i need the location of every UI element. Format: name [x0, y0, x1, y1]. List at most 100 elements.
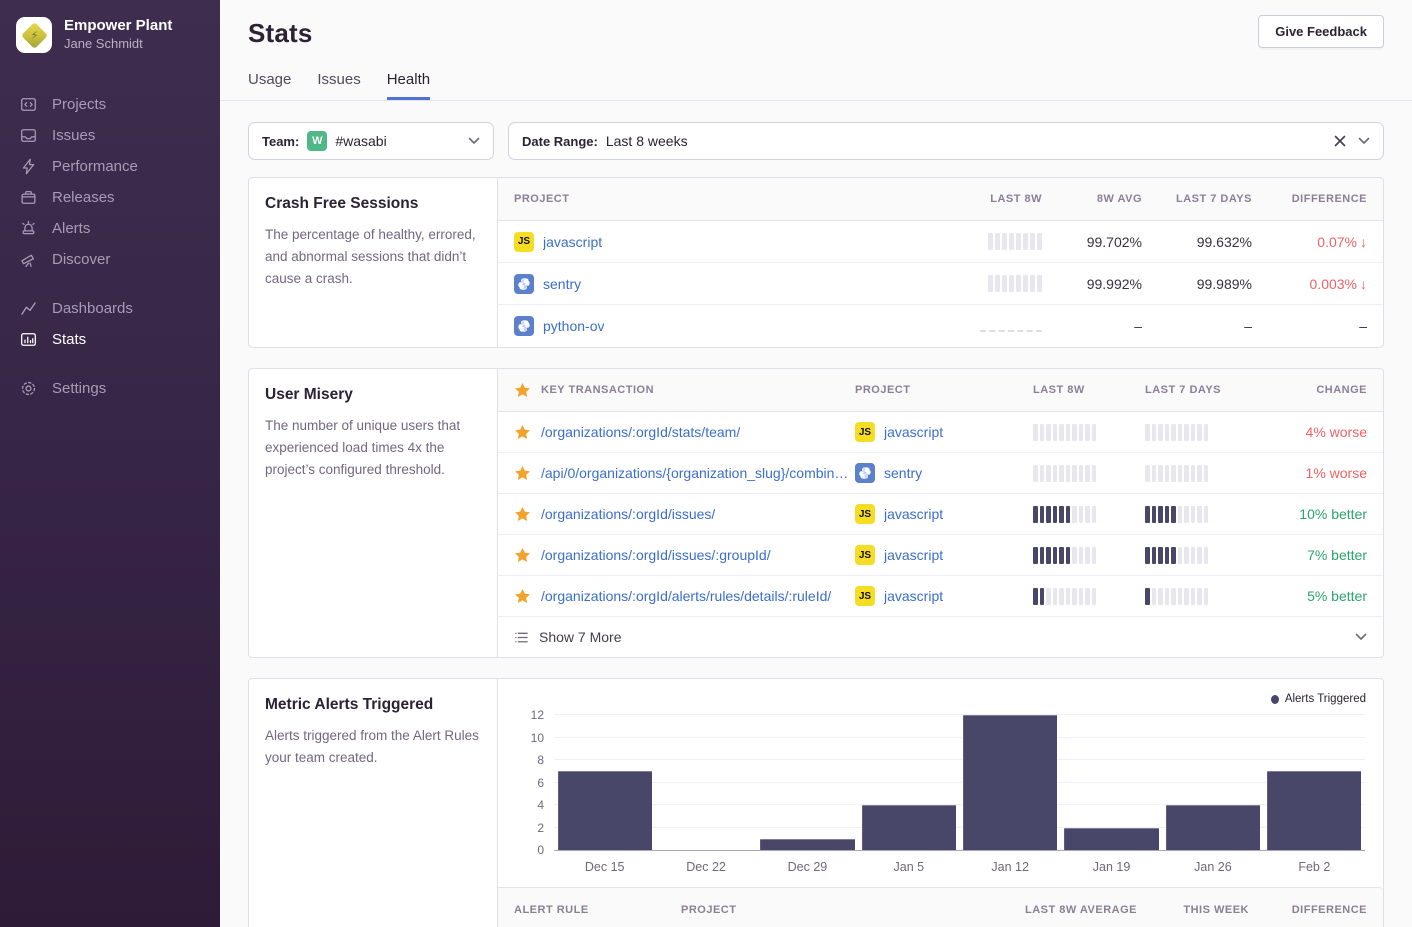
sparkline-last-7d	[1145, 465, 1257, 482]
table-row: JS javascript 99.702% 99.632% 0.07%↓	[498, 221, 1383, 263]
star-icon[interactable]	[514, 465, 531, 482]
performance-icon	[20, 158, 37, 175]
team-avatar: W	[307, 131, 327, 151]
tab-usage[interactable]: Usage	[248, 71, 291, 100]
sparkline-last-8w	[1033, 547, 1145, 564]
clear-icon[interactable]	[1334, 135, 1346, 147]
sidebar-nav: Projects Issues Performance Releases Ale…	[0, 89, 220, 404]
org-switcher[interactable]: ⚡ Empower Plant Jane Schmidt	[0, 0, 220, 63]
table-row: python-ov – – –	[498, 305, 1383, 347]
chart-legend[interactable]: Alerts Triggered	[1271, 693, 1366, 705]
transaction-link[interactable]: /organizations/:orgId/stats/team/	[541, 424, 740, 440]
alerts-triggered-chart: Alerts Triggered 024681012Dec 15Dec 22De…	[498, 679, 1383, 874]
chevron-down-icon	[1355, 633, 1367, 641]
change-value: 5% better	[1307, 588, 1367, 604]
transaction-link[interactable]: /organizations/:orgId/alerts/rules/detai…	[541, 588, 831, 604]
panel-title: User Misery	[265, 386, 481, 404]
chart-bar	[760, 839, 854, 850]
column-project: Project	[681, 904, 969, 916]
sidebar-item-issues[interactable]: Issues	[0, 120, 220, 151]
javascript-platform-icon: JS	[855, 504, 875, 524]
sparkline-last-7d	[1145, 588, 1257, 605]
star-icon[interactable]	[514, 547, 531, 564]
team-value: #wasabi	[335, 133, 386, 149]
tab-issues[interactable]: Issues	[317, 71, 360, 100]
column-8w-avg: 8W Avg	[1097, 193, 1142, 205]
avg-8w-value: –	[1134, 318, 1142, 334]
sidebar-item-discover[interactable]: Discover	[0, 244, 220, 275]
project-link[interactable]: sentry	[884, 465, 922, 481]
org-logo-icon: ⚡	[16, 17, 52, 53]
x-axis-label: Dec 15	[554, 860, 655, 874]
transaction-link[interactable]: /api/0/organizations/{organization_slug}…	[541, 465, 855, 481]
sidebar-item-label: Discover	[52, 251, 110, 268]
project-link[interactable]: javascript	[884, 506, 943, 522]
tab-health[interactable]: Health	[387, 71, 430, 100]
x-axis-label: Dec 22	[655, 860, 756, 874]
star-icon[interactable]	[514, 588, 531, 605]
star-icon[interactable]	[514, 506, 531, 523]
difference-value: 0.07%	[1317, 234, 1357, 250]
sidebar-item-stats[interactable]: Stats	[0, 324, 220, 355]
chevron-down-icon	[468, 137, 480, 145]
legend-dot-icon	[1271, 695, 1279, 704]
sidebar-item-label: Projects	[52, 96, 106, 113]
project-link[interactable]: javascript	[884, 424, 943, 440]
project-link[interactable]: javascript	[543, 234, 602, 250]
chevron-down-icon	[1358, 137, 1370, 145]
column-change: Change	[1316, 384, 1367, 396]
column-last-7-days: Last 7 Days	[1176, 193, 1252, 205]
change-value: 1% worse	[1306, 465, 1367, 481]
x-axis-label: Jan 12	[960, 860, 1061, 874]
column-project: Project	[514, 193, 922, 205]
project-link[interactable]: javascript	[884, 547, 943, 563]
sidebar-item-releases[interactable]: Releases	[0, 182, 220, 213]
sparkline-last-8w	[988, 233, 1042, 250]
x-axis-label: Jan 19	[1061, 860, 1162, 874]
sidebar-item-alerts[interactable]: Alerts	[0, 213, 220, 244]
sidebar-item-projects[interactable]: Projects	[0, 89, 220, 120]
bolt-icon: ⚡	[25, 26, 44, 45]
x-axis-label: Jan 5	[858, 860, 959, 874]
x-axis-label: Feb 2	[1264, 860, 1365, 874]
table-row: /api/0/organizations/{organization_slug}…	[498, 453, 1383, 494]
alerts-icon	[20, 220, 37, 237]
change-value: 10% better	[1299, 506, 1367, 522]
transaction-link[interactable]: /organizations/:orgId/issues/	[541, 506, 715, 522]
sparkline-last-8w	[988, 275, 1042, 292]
sidebar-item-performance[interactable]: Performance	[0, 151, 220, 182]
show-more-button[interactable]: Show 7 More	[498, 617, 1383, 657]
last-7d-value: 99.989%	[1197, 276, 1252, 292]
python-platform-icon	[855, 463, 875, 483]
give-feedback-button[interactable]: Give Feedback	[1258, 15, 1384, 48]
transaction-link[interactable]: /organizations/:orgId/issues/:groupId/	[541, 547, 771, 563]
sparkline-last-7d	[1145, 506, 1257, 523]
sidebar-item-label: Dashboards	[52, 300, 133, 317]
page-header: Stats Give Feedback Usage Issues Health	[220, 0, 1412, 101]
avg-8w-value: 99.702%	[1087, 234, 1142, 250]
dashboards-icon	[20, 300, 37, 317]
date-range-selector[interactable]: Date Range: Last 8 weeks	[508, 122, 1384, 160]
settings-icon	[20, 380, 37, 397]
table-header: Project Last 8W 8W Avg Last 7 Days Diffe…	[498, 178, 1383, 221]
column-key-transaction: Key Transaction	[541, 384, 654, 396]
arrow-down-icon: ↓	[1360, 234, 1367, 250]
panel-title: Metric Alerts Triggered	[265, 696, 481, 714]
python-platform-icon	[514, 316, 534, 336]
filter-bar: Team: W #wasabi Date Range: Last 8 weeks	[248, 122, 1384, 160]
change-value: 4% worse	[1306, 424, 1367, 440]
project-link[interactable]: javascript	[884, 588, 943, 604]
javascript-platform-icon: JS	[855, 545, 875, 565]
date-range-value: Last 8 weeks	[606, 133, 688, 149]
sidebar-item-dashboards[interactable]: Dashboards	[0, 293, 220, 324]
project-link[interactable]: python-ov	[543, 318, 604, 334]
sidebar-item-settings[interactable]: Settings	[0, 373, 220, 404]
stats-icon	[20, 331, 37, 348]
avg-8w-value: 99.992%	[1087, 276, 1142, 292]
user-name: Jane Schmidt	[64, 36, 172, 53]
difference-value: –	[1359, 318, 1367, 334]
project-link[interactable]: sentry	[543, 276, 581, 292]
team-selector[interactable]: Team: W #wasabi	[248, 122, 494, 160]
star-icon[interactable]	[514, 424, 531, 441]
team-label: Team:	[262, 134, 299, 149]
